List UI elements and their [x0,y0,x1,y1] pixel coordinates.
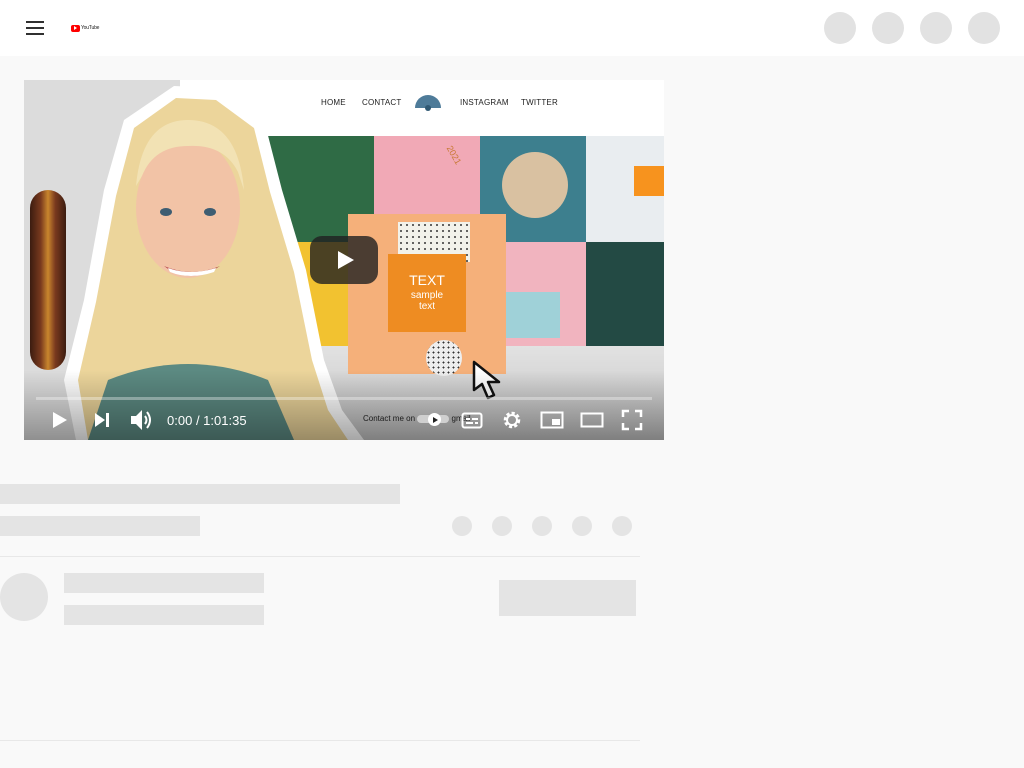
duration: 1:01:35 [203,413,247,428]
overlay-text: Contact me on [363,414,416,423]
logo-text: YouTube [81,25,100,31]
controls-gradient [24,370,664,440]
action-placeholder[interactable] [572,516,592,536]
hamburger-menu-icon[interactable] [26,20,46,36]
title-placeholder [0,484,400,504]
action-placeholder[interactable] [612,516,632,536]
current-time: 0:00 [167,413,193,428]
channel-avatar-placeholder[interactable] [0,573,48,621]
action-placeholder[interactable] [452,516,472,536]
action-placeholder[interactable] [532,516,552,536]
youtube-play-logo-icon [71,24,80,32]
divider [0,556,640,557]
subtitles-icon[interactable] [461,410,483,430]
fullscreen-icon[interactable] [621,409,643,431]
thumbnail-overlay-text: Contact me on gmail [363,414,471,423]
divider [0,740,640,741]
header-icon-placeholder[interactable] [824,12,856,44]
skip-next-icon[interactable] [91,409,113,431]
subscriber-count-placeholder [64,605,264,625]
play-icon[interactable] [48,409,70,431]
volume-icon[interactable] [128,407,154,433]
action-placeholder[interactable] [492,516,512,536]
gear-icon[interactable] [501,409,523,431]
time-display: 0:00 / 1:01:35 [167,413,247,428]
channel-name-placeholder [64,573,264,593]
video-player[interactable]: HOME CONTACT INSTAGRAM TWITTER 2021 TEXT… [24,80,664,440]
views-placeholder [0,516,200,536]
header-icon-placeholder[interactable] [872,12,904,44]
theater-mode-icon[interactable] [580,412,604,428]
top-bar: YouTube [0,0,1024,56]
progress-bar[interactable] [36,397,652,400]
subscribe-button-placeholder[interactable] [499,580,636,616]
avatar[interactable] [968,12,1000,44]
large-play-button[interactable] [310,236,378,284]
header-icon-placeholder[interactable] [920,12,952,44]
autoplay-toggle-knob[interactable] [428,413,441,426]
youtube-logo[interactable]: YouTube [71,24,99,32]
miniplayer-icon[interactable] [540,410,564,430]
